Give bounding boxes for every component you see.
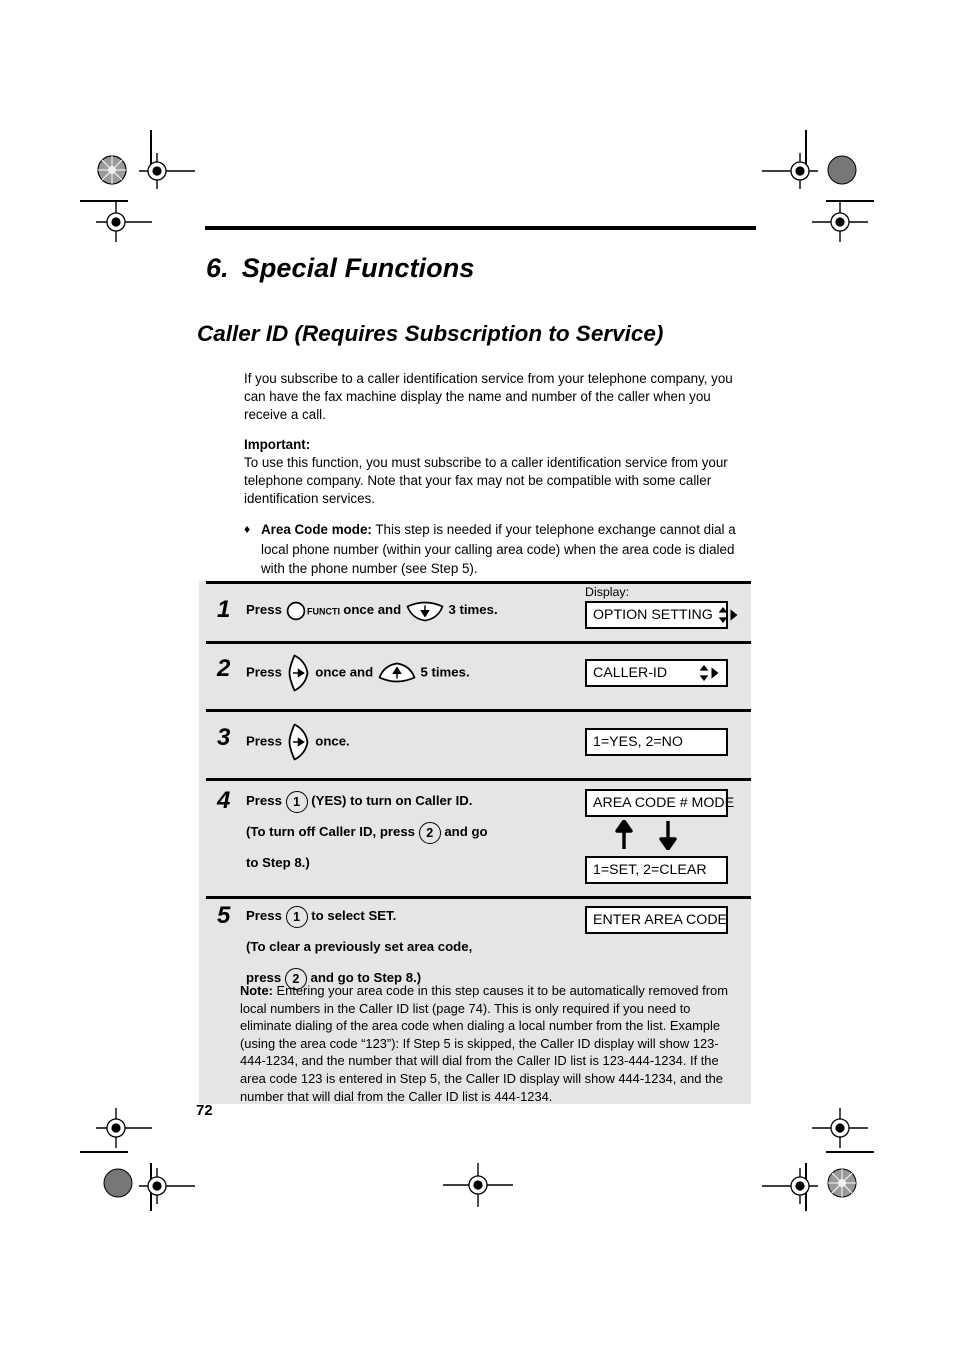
step-2-instruction: Press once and 5 times.	[246, 653, 470, 692]
note-block: Note: Entering your area code in this st…	[240, 982, 740, 1105]
chapter-number: 6.	[206, 253, 229, 283]
display-set-clear: 1=SET, 2=CLEAR	[585, 856, 728, 884]
step-number: 5	[217, 902, 231, 929]
step-2-once-and-label: once and	[311, 664, 377, 680]
display-area-code-mode: AREA CODE # MODE	[585, 789, 734, 817]
important-block: Important: To use this function, you mus…	[244, 436, 739, 508]
display-enter-area-code: ENTER AREA CODE	[585, 906, 728, 934]
note-lead: Note:	[240, 983, 273, 998]
step-separator	[206, 778, 751, 781]
transition-arrows	[615, 820, 677, 850]
step-5-instruction: Press 1 to select SET. (To clear a previ…	[246, 900, 472, 993]
up-down-right-arrows-icon	[717, 606, 739, 624]
step-2-press-label: Press	[246, 664, 286, 680]
procedure-panel: Display: 1 Press FUNCTION once and 3 tim…	[199, 581, 751, 1104]
step-1-instruction: Press FUNCTION once and 3 times.	[246, 594, 498, 625]
step-2-times-label: 5 times.	[416, 664, 470, 680]
start-key-icon	[286, 722, 312, 762]
display-text: CALLER-ID	[593, 665, 668, 681]
step-1-press-label: Press	[246, 602, 286, 617]
step-number: 3	[217, 724, 231, 751]
area-code-mode-bullet: ♦ Area Code mode: This step is needed if…	[244, 520, 742, 579]
display-text: OPTION SETTING	[593, 607, 713, 623]
number-key-2-icon: 2	[418, 821, 441, 844]
step-separator	[206, 896, 751, 899]
display-option-setting: OPTION SETTING	[585, 601, 738, 629]
step-4-press-label: Press	[246, 793, 286, 808]
chapter-title: 6. Special Functions	[206, 253, 806, 284]
manual-page: 6. Special Functions Caller ID (Requires …	[0, 0, 954, 1351]
display-yes-no: 1=YES, 2=NO	[585, 728, 728, 756]
step-number: 4	[217, 787, 231, 814]
step-number: 1	[217, 596, 231, 623]
note-text: Entering your area code in this step cau…	[240, 983, 728, 1104]
intro-paragraph: If you subscribe to a caller identificat…	[244, 371, 733, 423]
step-1-once-and-label: once and	[339, 602, 405, 617]
up-arrow-key-icon	[377, 662, 417, 684]
chapter-title-text: Special Functions	[241, 253, 475, 283]
step-5-clear-label: (To clear a previously set area code,	[246, 939, 473, 954]
step-separator	[206, 641, 751, 644]
function-key-icon: FUNCTION	[286, 601, 340, 621]
svg-text:FUNCTION: FUNCTION	[307, 606, 340, 616]
step-separator	[206, 581, 751, 584]
number-key-1-icon: 1	[285, 790, 308, 813]
step-separator	[206, 709, 751, 712]
header-rule	[205, 226, 756, 230]
display-caller-id: CALLER-ID	[585, 659, 728, 687]
diamond-bullet-icon: ♦	[244, 522, 251, 536]
step-4-instruction: Press 1 (YES) to turn on Caller ID. (To …	[246, 785, 488, 878]
display-text: 1=YES, 2=NO	[593, 734, 683, 750]
step-4-turnoff-label: (To turn off Caller ID, press	[246, 824, 419, 839]
bullet-lead: Area Code mode:	[261, 522, 372, 537]
display-text: ENTER AREA CODE	[593, 912, 728, 928]
up-down-right-arrows-icon	[698, 664, 720, 682]
step-5-press-label: Press	[246, 908, 286, 923]
page-number: 72	[196, 1102, 213, 1119]
important-heading: Important:	[244, 437, 311, 452]
number-key-1-icon: 1	[285, 905, 308, 928]
arrow-up-icon	[615, 820, 633, 850]
start-key-icon	[286, 653, 312, 693]
step-3-once-label: once.	[311, 733, 350, 749]
down-arrow-key-icon	[405, 600, 445, 622]
step-number: 2	[217, 655, 231, 682]
step-4-yes-label: (YES) to turn on Caller ID.	[307, 793, 473, 808]
step-3-instruction: Press once.	[246, 722, 350, 761]
section-title: Caller ID (Requires Subscription to Serv…	[197, 321, 664, 346]
important-paragraph: To use this function, you must subscribe…	[244, 455, 728, 507]
step-3-press-label: Press	[246, 733, 286, 749]
display-text: 1=SET, 2=CLEAR	[593, 862, 707, 878]
step-4-andgo-label: and go	[440, 824, 488, 839]
step-1-times-label: 3 times.	[444, 602, 498, 617]
display-label: Display:	[585, 585, 630, 599]
arrow-down-icon	[659, 820, 677, 850]
display-text: AREA CODE # MODE	[593, 795, 735, 811]
step-4-tostep-label: to Step 8.)	[246, 855, 310, 870]
step-5-select-label: to select SET.	[307, 908, 397, 923]
